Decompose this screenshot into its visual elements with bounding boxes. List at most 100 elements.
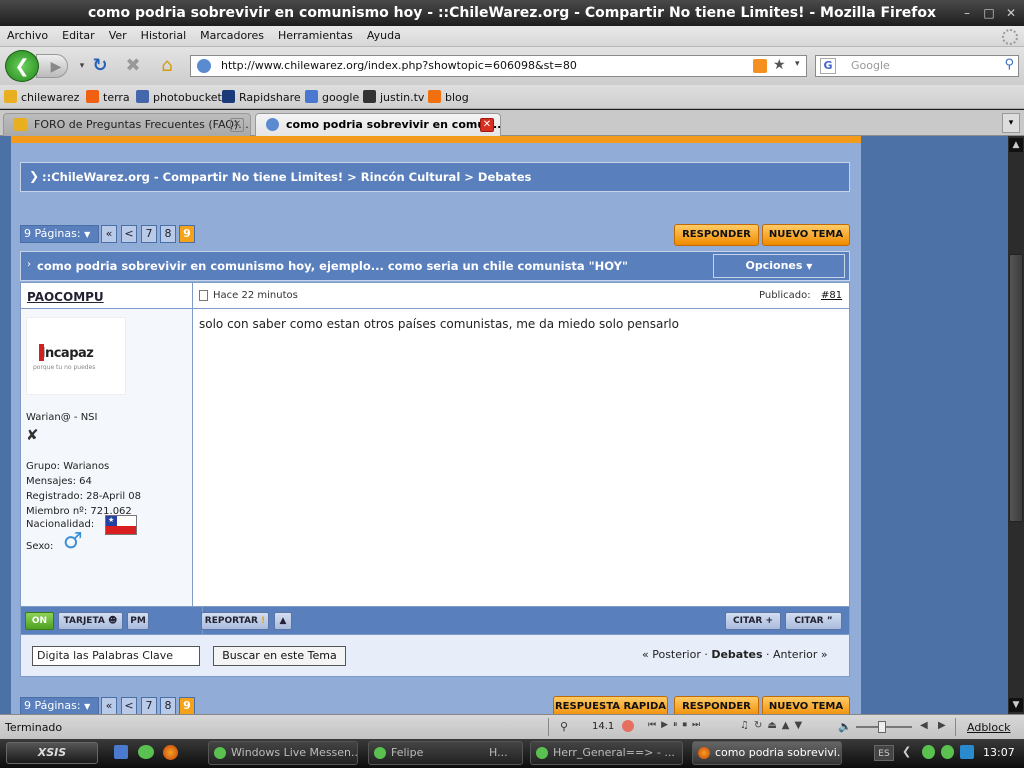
- close-tab-icon[interactable]: ✕: [480, 118, 494, 132]
- topic-search-input[interactable]: Digita las Palabras Clave: [32, 646, 200, 666]
- maximize-icon[interactable]: □: [980, 5, 998, 21]
- quick-reply-button[interactable]: RESPUESTA RAPIDA: [553, 696, 668, 714]
- menu-ayuda[interactable]: Ayuda: [360, 26, 408, 46]
- quote-add-button[interactable]: CITAR +: [725, 612, 781, 630]
- next-topic-link[interactable]: Anterior »: [773, 648, 828, 661]
- scroll-up-icon[interactable]: ▲: [1009, 138, 1023, 152]
- reload-icon[interactable]: ↻: [86, 52, 114, 80]
- minimize-icon[interactable]: –: [958, 5, 976, 21]
- profile-card-button[interactable]: TARJETA ☻: [58, 612, 123, 630]
- forward-button[interactable]: ▶: [36, 54, 68, 78]
- page-first[interactable]: «: [101, 225, 117, 243]
- new-topic-button-bottom[interactable]: NUEVO TEMA: [762, 696, 850, 714]
- close-icon[interactable]: ✕: [1002, 5, 1020, 21]
- post: PAOCOMPU incapaz porque tu no puedes War…: [20, 282, 850, 607]
- google-icon: [305, 90, 318, 103]
- new-topic-button-top[interactable]: NUEVO TEMA: [762, 224, 850, 246]
- volume-thumb[interactable]: [878, 721, 886, 733]
- breadcrumb-text[interactable]: ::ChileWarez.org - Compartir No tiene Li…: [42, 170, 531, 184]
- reply-button-bottom[interactable]: RESPONDER: [674, 696, 759, 714]
- chevron-down-icon: ▼: [806, 262, 813, 271]
- vertical-scrollbar[interactable]: ▲ ▼: [1008, 136, 1024, 714]
- post-number-link[interactable]: #81: [821, 290, 842, 301]
- page-9-current[interactable]: 9: [179, 225, 195, 243]
- menu-ver[interactable]: Ver: [102, 26, 134, 46]
- firefox-quicklaunch-icon[interactable]: [163, 745, 178, 760]
- show-desktop-icon[interactable]: [114, 745, 128, 759]
- tab-list-icon[interactable]: ▾: [1002, 113, 1020, 133]
- back-button[interactable]: ❮: [5, 50, 39, 82]
- taskbar-item-messenger[interactable]: Windows Live Messen...: [208, 741, 358, 765]
- tray-messenger2-icon[interactable]: [941, 745, 954, 759]
- google-engine-icon[interactable]: G: [820, 58, 836, 74]
- bookmark-blog[interactable]: blog: [428, 90, 469, 104]
- bookmark-justintv[interactable]: justin.tv: [363, 90, 424, 104]
- zoom-level: 14.1: [592, 721, 615, 732]
- playback-options[interactable]: ♫↻⏏▲▼: [740, 720, 834, 734]
- reply-button-top[interactable]: RESPONDER: [674, 224, 759, 246]
- page-first[interactable]: «: [101, 697, 117, 714]
- messenger-quicklaunch-icon[interactable]: [138, 745, 154, 759]
- page-7[interactable]: 7: [141, 225, 157, 243]
- stop-icon[interactable]: ✖: [119, 52, 147, 80]
- tab-current[interactable]: como podria sobrevivir en comun... ✕: [255, 113, 501, 136]
- page-8[interactable]: 8: [160, 225, 176, 243]
- music-icon[interactable]: [622, 720, 634, 732]
- language-indicator[interactable]: ES: [874, 745, 894, 761]
- tab-faq[interactable]: FORO de Preguntas Frecuentes (FAQ)... ✕: [3, 113, 251, 136]
- report-button[interactable]: REPORTAR !: [201, 612, 269, 630]
- options-menu[interactable]: Opciones ▼: [713, 254, 845, 278]
- bookmark-terra[interactable]: terra: [86, 90, 130, 104]
- bookmark-rapidshare[interactable]: Rapidshare: [222, 90, 301, 104]
- quote-button[interactable]: CITAR ”: [785, 612, 842, 630]
- category-link[interactable]: Debates: [711, 648, 762, 661]
- page-prev[interactable]: <: [121, 697, 137, 714]
- volume-icon[interactable]: 🔈: [838, 720, 852, 733]
- page-9-current[interactable]: 9: [179, 697, 195, 714]
- nav-left-icon[interactable]: ◀: [920, 720, 928, 731]
- bookmark-star-icon[interactable]: ★: [773, 57, 786, 73]
- clock: 13:07: [983, 746, 1015, 759]
- menu-archivo[interactable]: Archivo: [0, 26, 55, 46]
- bookmark-photobucket[interactable]: photobucket: [136, 90, 222, 104]
- media-controls[interactable]: ⏮▶⏸⏹⏭: [648, 720, 732, 734]
- taskbar-item-firefox[interactable]: como podria sobrevivi...: [692, 741, 842, 765]
- scroll-down-icon[interactable]: ▼: [1009, 698, 1023, 712]
- previous-topic-link[interactable]: « Posterior: [642, 648, 701, 661]
- home-icon[interactable]: ⌂: [153, 52, 181, 80]
- tray-expand-icon[interactable]: ❮: [902, 745, 911, 758]
- taskbar-item-felipe[interactable]: Felipe H...: [368, 741, 523, 765]
- search-bar[interactable]: G Google ⚲: [815, 55, 1019, 77]
- menu-marcadores[interactable]: Marcadores: [193, 26, 271, 46]
- tray-network-icon[interactable]: [960, 745, 974, 759]
- topic-search-button[interactable]: Buscar en este Tema: [213, 646, 346, 666]
- avatar-subtext: porque tu no puedes: [33, 364, 96, 371]
- zoom-icon[interactable]: ⚲: [560, 720, 568, 733]
- search-icon[interactable]: ⚲: [1004, 57, 1014, 72]
- menu-historial[interactable]: Historial: [134, 26, 193, 46]
- start-button[interactable]: XSIS: [6, 742, 98, 764]
- close-tab-icon[interactable]: ✕: [230, 118, 244, 132]
- chile-flag-icon: ★: [105, 515, 137, 535]
- scroll-thumb[interactable]: [1009, 254, 1023, 522]
- page-7[interactable]: 7: [141, 697, 157, 714]
- bookmark-chilewarez[interactable]: chilewarez: [4, 90, 79, 104]
- status-text: Terminado: [5, 721, 63, 734]
- pm-button[interactable]: PM: [127, 612, 149, 630]
- page-8[interactable]: 8: [160, 697, 176, 714]
- url-dropdown-icon[interactable]: ▾: [795, 59, 800, 69]
- pages-dropdown-bottom[interactable]: 9 Páginas: ▼: [20, 697, 99, 714]
- author-name[interactable]: PAOCOMPU: [27, 290, 104, 304]
- menu-herramientas[interactable]: Herramientas: [271, 26, 360, 46]
- pages-dropdown[interactable]: 9 Páginas: ▼: [20, 225, 99, 243]
- menu-editar[interactable]: Editar: [55, 26, 102, 46]
- nav-right-icon[interactable]: ▶: [938, 720, 946, 731]
- scroll-top-icon[interactable]: ▲: [274, 612, 292, 630]
- taskbar-item-herr-general[interactable]: Herr_General==> - ...: [530, 741, 683, 765]
- adblock-link[interactable]: Adblock: [967, 721, 1011, 734]
- bookmark-google[interactable]: google: [305, 90, 359, 104]
- page-prev[interactable]: <: [121, 225, 137, 243]
- url-bar[interactable]: http://www.chilewarez.org/index.php?show…: [190, 55, 807, 77]
- tray-messenger-icon[interactable]: [922, 745, 935, 759]
- rss-icon[interactable]: [753, 59, 767, 73]
